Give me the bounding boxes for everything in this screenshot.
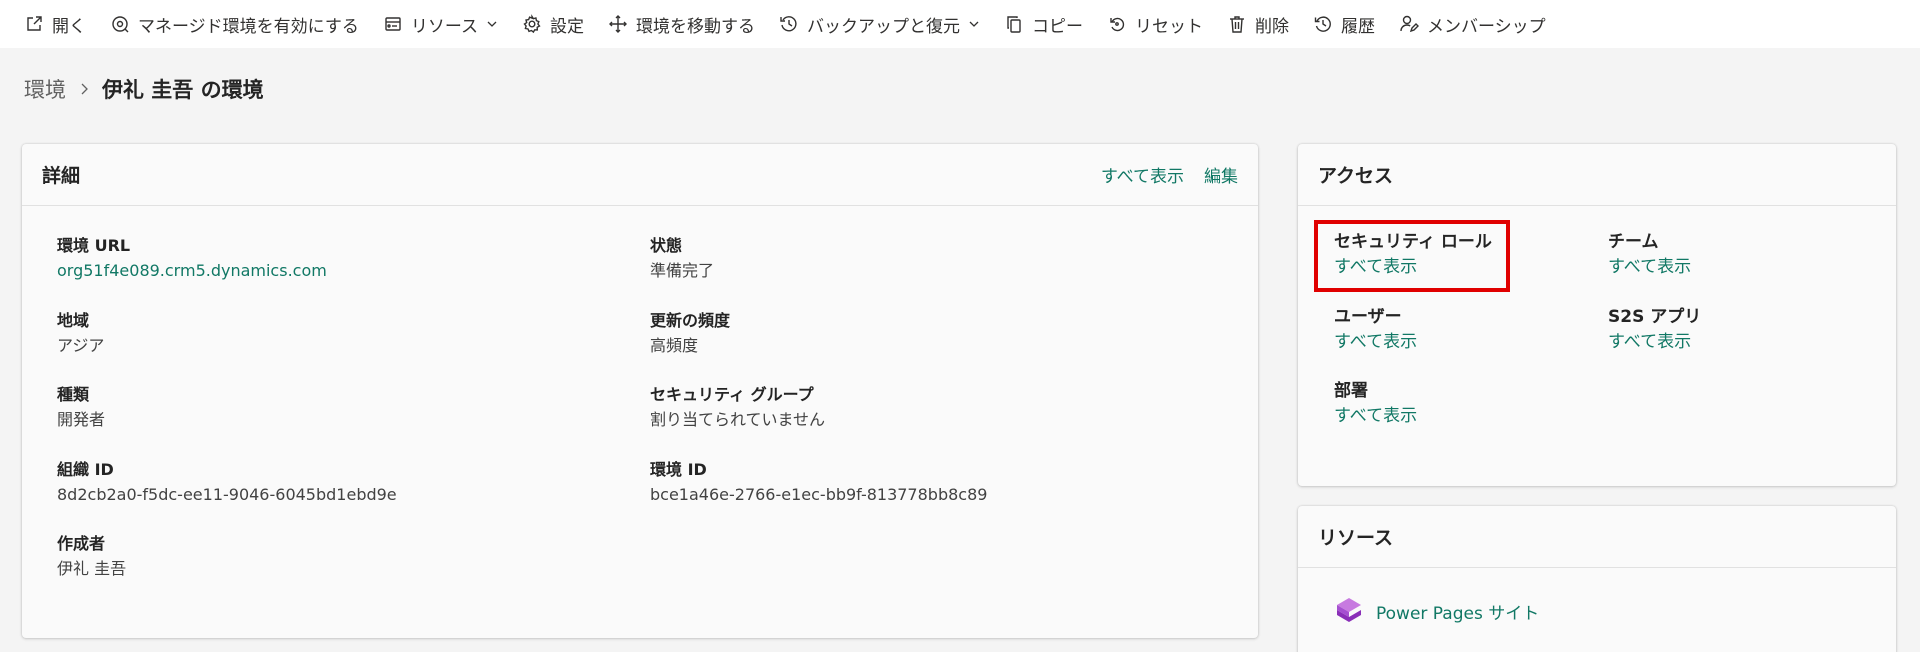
backup-restore-menu-button[interactable]: バックアップと復元 [779, 4, 980, 44]
power-pages-sites-link[interactable]: Power Pages サイト [1332, 594, 1539, 628]
chevron-down-icon [969, 21, 979, 27]
type-value: 開発者 [57, 410, 106, 429]
field-owner: 作成者 伊礼 圭吾 [57, 532, 126, 582]
region-value: アジア [57, 336, 105, 355]
org-id-label: 組織 ID [57, 460, 114, 479]
type-label: 種類 [57, 385, 90, 404]
details-edit-link[interactable]: 編集 [1204, 162, 1238, 187]
details-card-title: 詳細 [42, 165, 81, 187]
access-s2s-apps: S2S アプリ すべて表示 [1608, 305, 1701, 355]
breadcrumb: 環境 伊礼 圭吾 の環境 [24, 74, 264, 104]
security-group-label: セキュリティ グループ [650, 385, 814, 404]
region-label: 地域 [57, 311, 90, 330]
details-card-header: 詳細 すべて表示 編集 [22, 144, 1258, 206]
move-env-button[interactable]: 環境を移動する [608, 4, 755, 44]
details-card-actions: すべて表示 編集 [1081, 162, 1238, 187]
person-edit-icon [1400, 15, 1419, 33]
resources-icon [385, 17, 401, 31]
env-url-link[interactable]: org51f4e089.crm5.dynamics.com [57, 258, 327, 284]
security-roles-label: セキュリティ ロール [1334, 232, 1492, 252]
access-card-title: アクセス [1318, 165, 1394, 187]
owner-value: 伊礼 圭吾 [57, 559, 127, 578]
owner-label: 作成者 [57, 534, 106, 553]
open-button-label: 開く [52, 16, 86, 37]
backup-restore-label: バックアップと復元 [807, 16, 960, 37]
org-id-value: 8d2cb2a0-f5dc-ee11-9046-6045bd1ebd9e [57, 485, 397, 504]
open-external-icon [27, 16, 42, 31]
managed-env-label: マネージド環境を有効にする [138, 16, 359, 37]
settings-button[interactable]: 設定 [522, 4, 584, 44]
membership-label: メンバーシップ [1427, 16, 1546, 37]
backup-restore-icon [780, 16, 797, 32]
state-label: 状態 [650, 236, 683, 255]
update-cadence-value: 高頻度 [650, 336, 699, 355]
move-env-label: 環境を移動する [636, 16, 755, 37]
update-cadence-label: 更新の頻度 [650, 311, 731, 330]
env-id-value: bce1a46e-2766-e1ec-bb9f-813778bb8c89 [650, 485, 988, 504]
resources-menu-button[interactable]: リソース [383, 4, 498, 44]
breadcrumb-environments-link[interactable]: 環境 [24, 74, 66, 104]
delete-button[interactable]: 削除 [1227, 4, 1289, 44]
field-org-id: 組織 ID 8d2cb2a0-f5dc-ee11-9046-6045bd1ebd… [57, 458, 397, 508]
business-units-see-all-link[interactable]: すべて表示 [1334, 403, 1417, 429]
field-security-group: セキュリティ グループ 割り当てられていません [650, 383, 825, 433]
power-pages-icon [1337, 598, 1361, 622]
copy-button[interactable]: コピー [1004, 4, 1083, 44]
reset-button[interactable]: リセット [1107, 4, 1203, 44]
chevron-right-icon [81, 83, 88, 95]
reset-icon [1110, 17, 1125, 32]
access-users: ユーザー すべて表示 [1334, 305, 1417, 355]
open-button[interactable]: 開く [24, 4, 86, 44]
field-region: 地域 アジア [57, 309, 104, 359]
teams-see-all-link[interactable]: すべて表示 [1608, 254, 1691, 280]
s2s-apps-see-all-link[interactable]: すべて表示 [1608, 329, 1701, 355]
delete-label: 削除 [1255, 16, 1289, 37]
page-title: 伊礼 圭吾 の環境 [102, 78, 264, 102]
resources-card-title: リソース [1318, 527, 1394, 549]
field-state: 状態 準備完了 [650, 234, 714, 284]
membership-button[interactable]: メンバーシップ [1399, 4, 1546, 44]
security-roles-see-all-link[interactable]: すべて表示 [1334, 254, 1492, 280]
gear-icon [523, 14, 541, 34]
power-pages-label: Power Pages サイト [1376, 603, 1540, 624]
settings-label: 設定 [550, 16, 584, 37]
s2s-apps-label: S2S アプリ [1608, 307, 1702, 327]
chevron-down-icon [487, 21, 497, 27]
env-url-label: 環境 URL [57, 236, 131, 255]
managed-env-button[interactable]: マネージド環境を有効にする [110, 4, 359, 44]
details-see-all-link[interactable]: すべて表示 [1101, 162, 1184, 187]
access-card: アクセス セキュリティ ロール すべて表示 チーム すべて表示 ユーザー すべて… [1298, 144, 1896, 486]
details-card: 詳細 すべて表示 編集 環境 URL org51f4e089.crm5.dyna… [22, 144, 1258, 638]
field-env-id: 環境 ID bce1a46e-2766-e1ec-bb9f-813778bb8c… [650, 458, 987, 508]
command-bar: 開く マネージド環境を有効にする リソース 設定 環境を移動する バックアップと… [0, 0, 1920, 48]
access-security-roles: セキュリティ ロール すべて表示 [1334, 230, 1492, 280]
field-env-url: 環境 URL org51f4e089.crm5.dynamics.com [57, 234, 327, 284]
field-type: 種類 開発者 [57, 383, 105, 433]
copy-label: コピー [1032, 16, 1083, 37]
access-teams: チーム すべて表示 [1608, 230, 1691, 280]
access-card-header: アクセス [1298, 144, 1896, 206]
business-units-label: 部署 [1334, 381, 1368, 401]
users-label: ユーザー [1334, 307, 1402, 327]
history-label: 履歴 [1341, 16, 1375, 37]
users-see-all-link[interactable]: すべて表示 [1334, 329, 1417, 355]
reset-label: リセット [1135, 16, 1203, 37]
resources-menu-label: リソース [410, 16, 478, 37]
managed-environment-icon [112, 16, 129, 33]
access-business-units: 部署 すべて表示 [1334, 379, 1417, 429]
move-icon [609, 15, 627, 33]
history-icon [1314, 16, 1331, 32]
field-update-cadence: 更新の頻度 高頻度 [650, 309, 730, 359]
delete-icon [1230, 16, 1244, 33]
state-value: 準備完了 [650, 261, 715, 280]
resources-card: リソース Power Pages サイト [1298, 506, 1896, 652]
history-button[interactable]: 履歴 [1313, 4, 1375, 44]
env-id-label: 環境 ID [650, 460, 707, 479]
security-group-value: 割り当てられていません [650, 410, 826, 429]
copy-icon [1007, 16, 1021, 33]
teams-label: チーム [1608, 232, 1659, 252]
resources-card-header: リソース [1298, 506, 1896, 568]
